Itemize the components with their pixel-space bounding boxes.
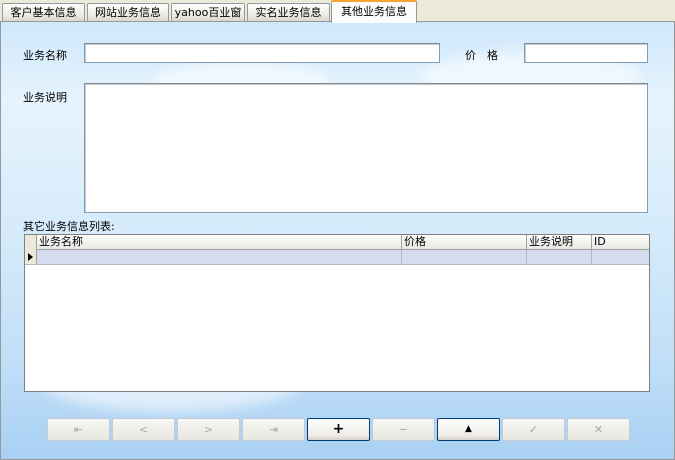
tab-yahoo[interactable]: yahoo百业窗 bbox=[171, 3, 245, 22]
price-label: 价 格 bbox=[465, 49, 498, 62]
name-label: 业务名称 bbox=[23, 49, 67, 62]
nav-prior-button[interactable]: < bbox=[112, 418, 175, 441]
price-input[interactable] bbox=[524, 43, 648, 63]
grid-header: 业务名称 价格 业务说明 ID bbox=[25, 235, 649, 250]
check-icon: ✓ bbox=[528, 423, 539, 436]
table-row[interactable] bbox=[25, 250, 649, 265]
next-record-icon: > bbox=[203, 423, 214, 436]
current-row-arrow-icon bbox=[28, 253, 33, 261]
tab-realname-business[interactable]: 实名业务信息 bbox=[247, 3, 330, 22]
nav-post-button[interactable]: ✓ bbox=[502, 418, 565, 441]
cell-price[interactable] bbox=[402, 250, 527, 265]
first-record-icon: ⇤ bbox=[73, 423, 84, 436]
grid-corner bbox=[25, 235, 37, 250]
nav-last-button[interactable]: ⇥ bbox=[242, 418, 305, 441]
business-grid[interactable]: 业务名称 价格 业务说明 ID bbox=[24, 234, 650, 392]
grid-header-id[interactable]: ID bbox=[592, 235, 649, 250]
tab-other-business[interactable]: 其他业务信息 bbox=[331, 0, 417, 23]
tab-bar: 客户基本信息 网站业务信息 yahoo百业窗 实名业务信息 其他业务信息 bbox=[0, 0, 675, 23]
cell-name[interactable] bbox=[37, 250, 402, 265]
cell-description[interactable] bbox=[527, 250, 592, 265]
nav-edit-button[interactable]: ▲ bbox=[437, 418, 500, 441]
grid-header-description[interactable]: 业务说明 bbox=[527, 235, 592, 250]
tab-customer-basic[interactable]: 客户基本信息 bbox=[2, 3, 85, 22]
nav-next-button[interactable]: > bbox=[177, 418, 240, 441]
nav-cancel-button[interactable]: ✕ bbox=[567, 418, 630, 441]
plus-icon: + bbox=[332, 421, 345, 437]
nav-insert-button[interactable]: + bbox=[307, 418, 370, 441]
cell-id[interactable] bbox=[592, 250, 649, 265]
grid-header-name[interactable]: 业务名称 bbox=[37, 235, 402, 250]
minus-icon: − bbox=[398, 423, 409, 436]
description-textarea[interactable] bbox=[84, 83, 648, 213]
cross-icon: ✕ bbox=[593, 423, 604, 436]
description-label: 业务说明 bbox=[23, 91, 67, 104]
grid-header-price[interactable]: 价格 bbox=[402, 235, 527, 250]
triangle-up-icon: ▲ bbox=[465, 424, 472, 434]
nav-first-button[interactable]: ⇤ bbox=[47, 418, 110, 441]
list-label: 其它业务信息列表: bbox=[23, 220, 115, 233]
nav-delete-button[interactable]: − bbox=[372, 418, 435, 441]
prior-record-icon: < bbox=[138, 423, 149, 436]
name-input[interactable] bbox=[84, 43, 440, 63]
tab-website-business[interactable]: 网站业务信息 bbox=[87, 3, 169, 22]
row-indicator bbox=[25, 250, 37, 264]
last-record-icon: ⇥ bbox=[268, 423, 279, 436]
